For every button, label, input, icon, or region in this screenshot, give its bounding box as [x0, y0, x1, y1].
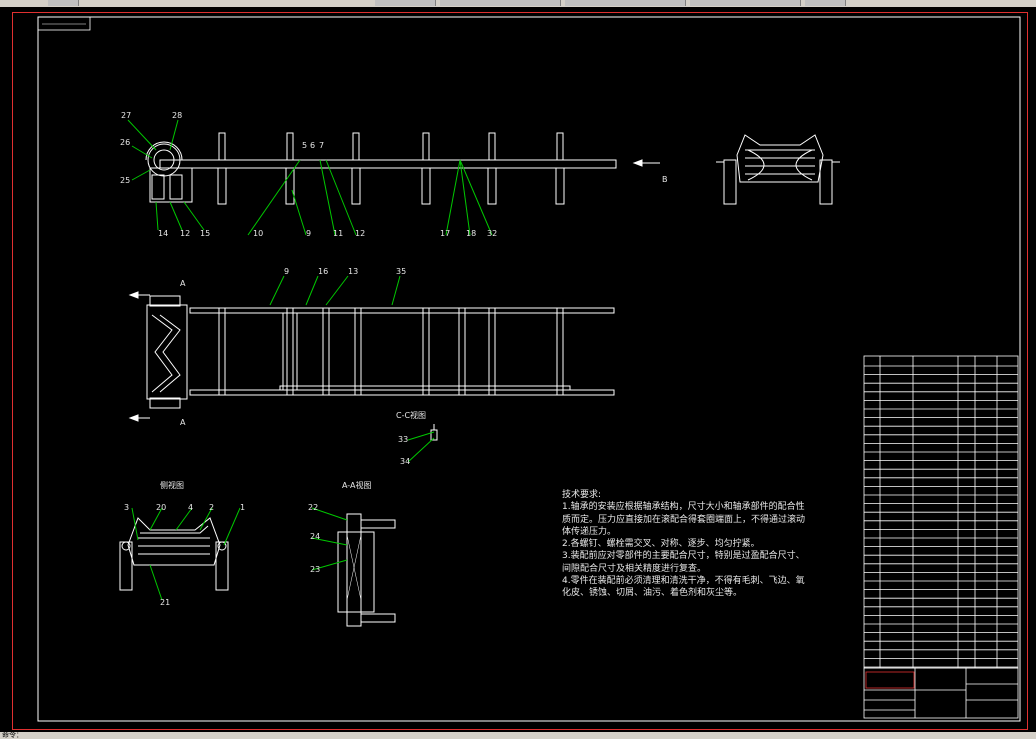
front-part-number: 28: [172, 111, 183, 120]
front-part-number: 27: [121, 111, 132, 120]
aa-part-number: 22: [308, 503, 319, 512]
aa-view: [337, 513, 396, 627]
side-part-number: 20: [156, 503, 167, 512]
b-view: [716, 134, 840, 205]
plan-part-number: 13: [348, 267, 359, 276]
idler-frame: [422, 307, 430, 396]
support-leg: [217, 167, 227, 205]
corner-tag-box: [37, 16, 91, 31]
idler-post: [218, 132, 226, 161]
idler-frame: [286, 307, 294, 396]
idler-frame: [354, 307, 362, 396]
tech-req-line: 3.装配前应对零部件的主要配合尺寸，特别是过盈配合尺寸、: [562, 551, 805, 562]
status-text: 命令：: [2, 731, 23, 739]
tech-req-line: 体传递压力。: [562, 526, 617, 537]
plan-view: [128, 291, 615, 422]
idler-post: [286, 132, 294, 161]
front-part-number: 15: [200, 229, 211, 238]
plan-part-number: 9: [284, 267, 290, 276]
cc-view-title: C-C视图: [396, 411, 427, 420]
support-leg: [487, 167, 497, 205]
command-line-status[interactable]: 命令：: [0, 732, 1036, 739]
idler-post: [422, 132, 430, 161]
cad-drawing-canvas[interactable]: [0, 0, 1036, 739]
front-part-number: 26: [120, 138, 131, 147]
idler-post: [352, 132, 360, 161]
plan-part-number: 16: [318, 267, 329, 276]
tech-req-line: 2.各螺钉、螺栓需交叉、对称、逐步、均匀拧紧。: [562, 539, 760, 550]
front-part-number: 5: [302, 141, 308, 150]
arrow-b-label: B: [662, 175, 668, 184]
idler-frame: [488, 307, 496, 396]
front-view: [145, 132, 660, 205]
support-leg: [421, 167, 431, 205]
front-part-number: 32: [487, 229, 498, 238]
support-leg: [555, 167, 565, 205]
tech-req-line: 间隙配合尺寸及相关精度进行复查。: [562, 563, 707, 574]
idler-post: [556, 132, 564, 161]
technical-requirements: 技术要求: 1.轴承的安装应根据轴承结构，尺寸大小和轴承部件的配合性 质而定。压…: [562, 489, 834, 600]
leader-lines: [127, 119, 493, 601]
tech-req-title: 技术要求:: [562, 490, 602, 500]
front-part-number: 14: [158, 229, 169, 238]
cc-part-number: 33: [398, 435, 409, 444]
front-part-number: 17: [440, 229, 451, 238]
front-part-number: 18: [466, 229, 477, 238]
tech-req-line: 1.轴承的安装应根据轴承结构，尺寸大小和轴承部件的配合性: [562, 502, 805, 513]
tech-req-line: 化皮、锈蚀、切屑、油污、着色剂和灰尘等。: [562, 588, 743, 599]
front-part-number: 6: [310, 141, 316, 150]
front-part-number: 12: [180, 229, 191, 238]
plan-part-number: 35: [396, 267, 407, 276]
parts-table: [863, 355, 1019, 719]
side-part-number: 21: [160, 598, 171, 607]
side-part-number: 3: [124, 503, 130, 512]
front-part-number: 7: [319, 141, 325, 150]
front-part-number: 12: [355, 229, 366, 238]
idler-post: [488, 132, 496, 161]
front-part-number: 10: [253, 229, 264, 238]
idler-frame: [218, 307, 226, 396]
side-part-number: 2: [209, 503, 215, 512]
cc-part-number: 34: [400, 457, 411, 466]
arrow-a-top-label: A: [180, 279, 186, 288]
tech-req-line: 4.零件在装配前必须清理和清洗干净，不得有毛刺、飞边、氧: [562, 576, 805, 587]
support-leg: [351, 167, 361, 205]
idler-frame: [322, 307, 330, 396]
aa-view-title: A-A视图: [342, 481, 372, 490]
side-part-number: 4: [188, 503, 194, 512]
tech-req-line: 质而定。压力应直接加在滚配合得套圈端面上，不得通过滚动: [562, 514, 806, 525]
front-part-number: 25: [120, 176, 131, 185]
idler-frame: [458, 307, 466, 396]
idler-frame: [556, 307, 564, 396]
front-part-number: 11: [333, 229, 344, 238]
idler-set: [282, 312, 298, 391]
support-leg: [285, 167, 295, 205]
side-part-number: 1: [240, 503, 246, 512]
front-part-number: 9: [306, 229, 312, 238]
arrow-a-bottom-label: A: [180, 418, 186, 427]
side-view-title: 侧视图: [160, 481, 184, 490]
aa-part-number: 23: [310, 565, 321, 574]
aa-part-number: 24: [310, 532, 321, 541]
